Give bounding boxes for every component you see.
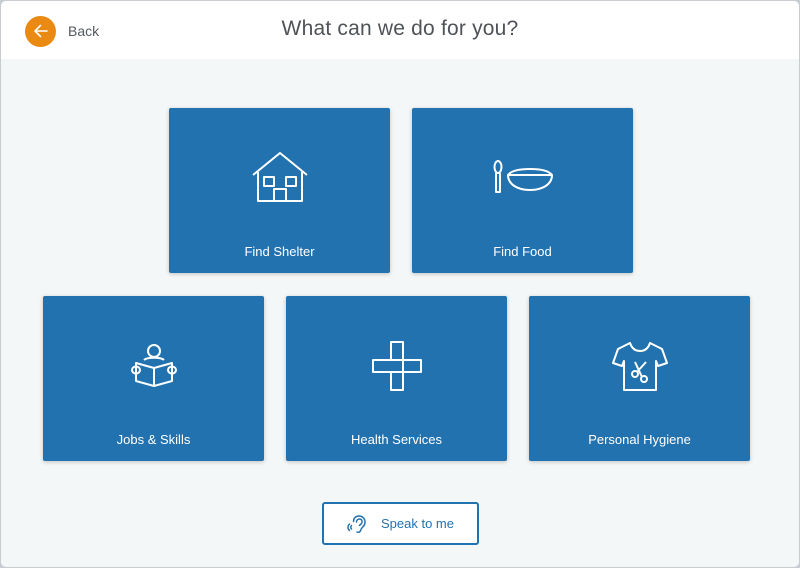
speak-to-me-label[interactable]: Speak to me [381,516,454,531]
page-title: What can we do for you? [281,17,519,40]
tile-label: Health Services [350,432,443,447]
medical-cross-icon [286,334,507,398]
tile-label: Personal Hygiene [588,432,691,447]
tile-find-food[interactable]: Find Food [412,108,633,273]
shirt-scissors-icon [529,334,750,398]
tile-label: Jobs & Skills [116,432,191,447]
tile-find-shelter[interactable]: Find Shelter [169,108,390,273]
spoon-bowl-icon [412,146,633,210]
speak-to-me-button[interactable]: Speak to me [322,502,479,545]
tile-label: Find Food [493,244,552,259]
tile-label: Find Shelter [244,244,315,259]
tile-personal-hygiene[interactable]: Personal Hygiene [529,296,750,461]
app-window: Back What can we do for you? Find Shelte… [0,0,800,568]
house-icon [169,146,390,210]
ear-sound-icon [347,512,371,536]
person-reading-icon [43,334,264,398]
tile-jobs-skills[interactable]: Jobs & Skills [43,296,264,461]
header-bar: Back What can we do for you? [1,1,799,59]
tile-health-services[interactable]: Health Services [286,296,507,461]
